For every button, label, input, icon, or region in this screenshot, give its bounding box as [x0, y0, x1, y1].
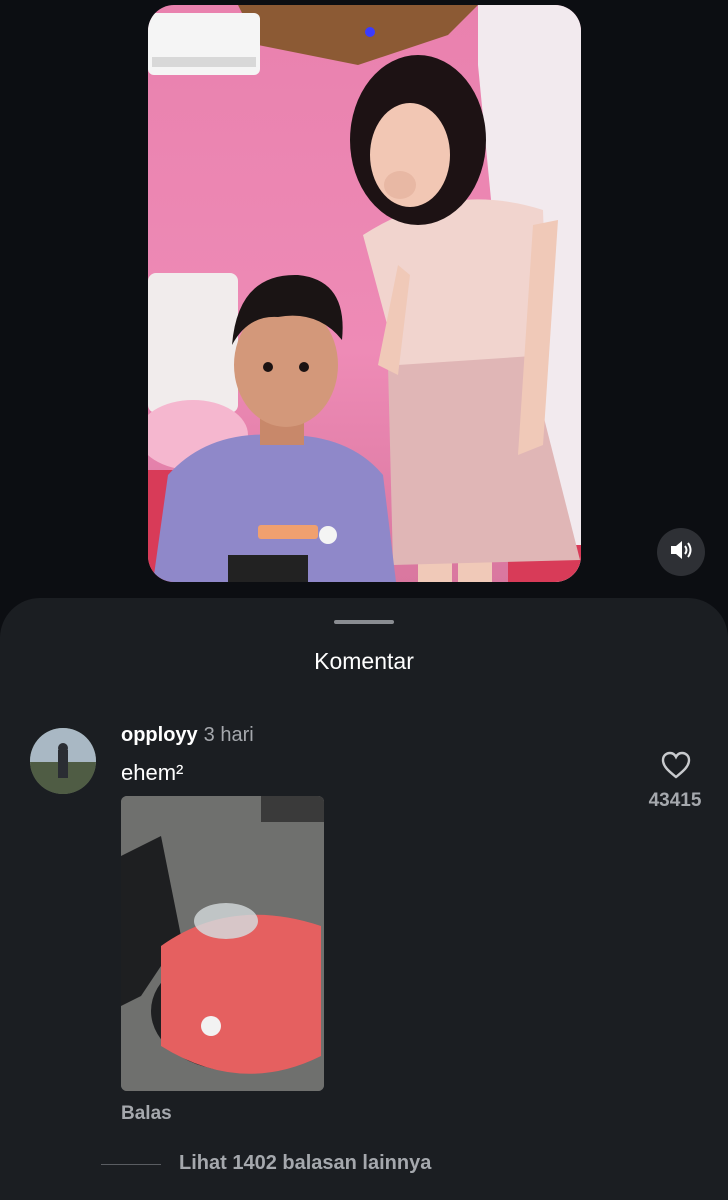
video-area[interactable] — [0, 0, 728, 600]
divider — [101, 1164, 161, 1165]
comment-header: opployy 3 hari — [121, 724, 254, 747]
like-count: 43415 — [648, 790, 702, 811]
sheet-drag-handle[interactable] — [334, 620, 394, 624]
comment-text: ehem² — [121, 760, 184, 785]
comment-username[interactable]: opployy — [121, 724, 198, 746]
like-button[interactable] — [660, 750, 692, 780]
avatar[interactable] — [30, 728, 96, 794]
comments-sheet: Komentar opployy 3 hari ehem² 43415 Bala… — [0, 598, 728, 1200]
mute-button[interactable] — [657, 528, 705, 576]
avatar-image — [30, 728, 96, 794]
reply-button[interactable]: Balas — [121, 1103, 172, 1125]
comment-time: 3 hari — [203, 724, 254, 746]
heart-outline-icon — [660, 751, 692, 784]
sheet-title: Komentar — [314, 648, 414, 674]
video-player[interactable] — [148, 5, 581, 582]
view-more-replies-button[interactable]: Lihat 1402 balasan lainnya — [179, 1152, 431, 1175]
speaker-muted-icon — [669, 539, 693, 566]
comment-attachment-image[interactable] — [121, 796, 324, 1091]
video-frame-image — [148, 5, 581, 582]
